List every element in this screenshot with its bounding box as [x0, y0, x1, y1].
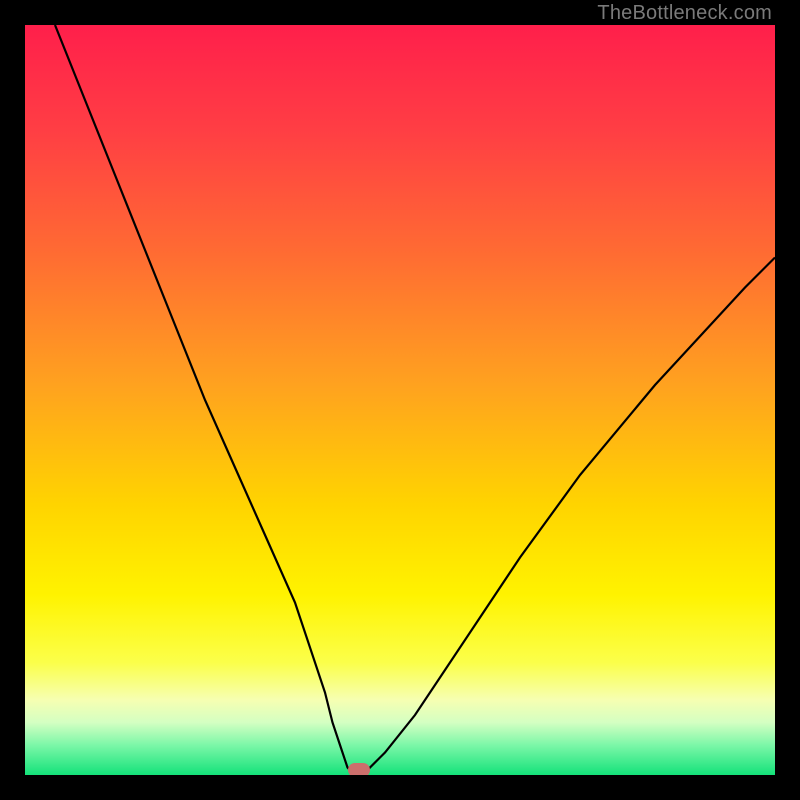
optimal-marker [348, 763, 370, 775]
watermark-text: TheBottleneck.com [597, 2, 772, 25]
plot-area [25, 25, 775, 775]
chart-frame: TheBottleneck.com [0, 0, 800, 800]
bottleneck-curve [25, 25, 775, 775]
